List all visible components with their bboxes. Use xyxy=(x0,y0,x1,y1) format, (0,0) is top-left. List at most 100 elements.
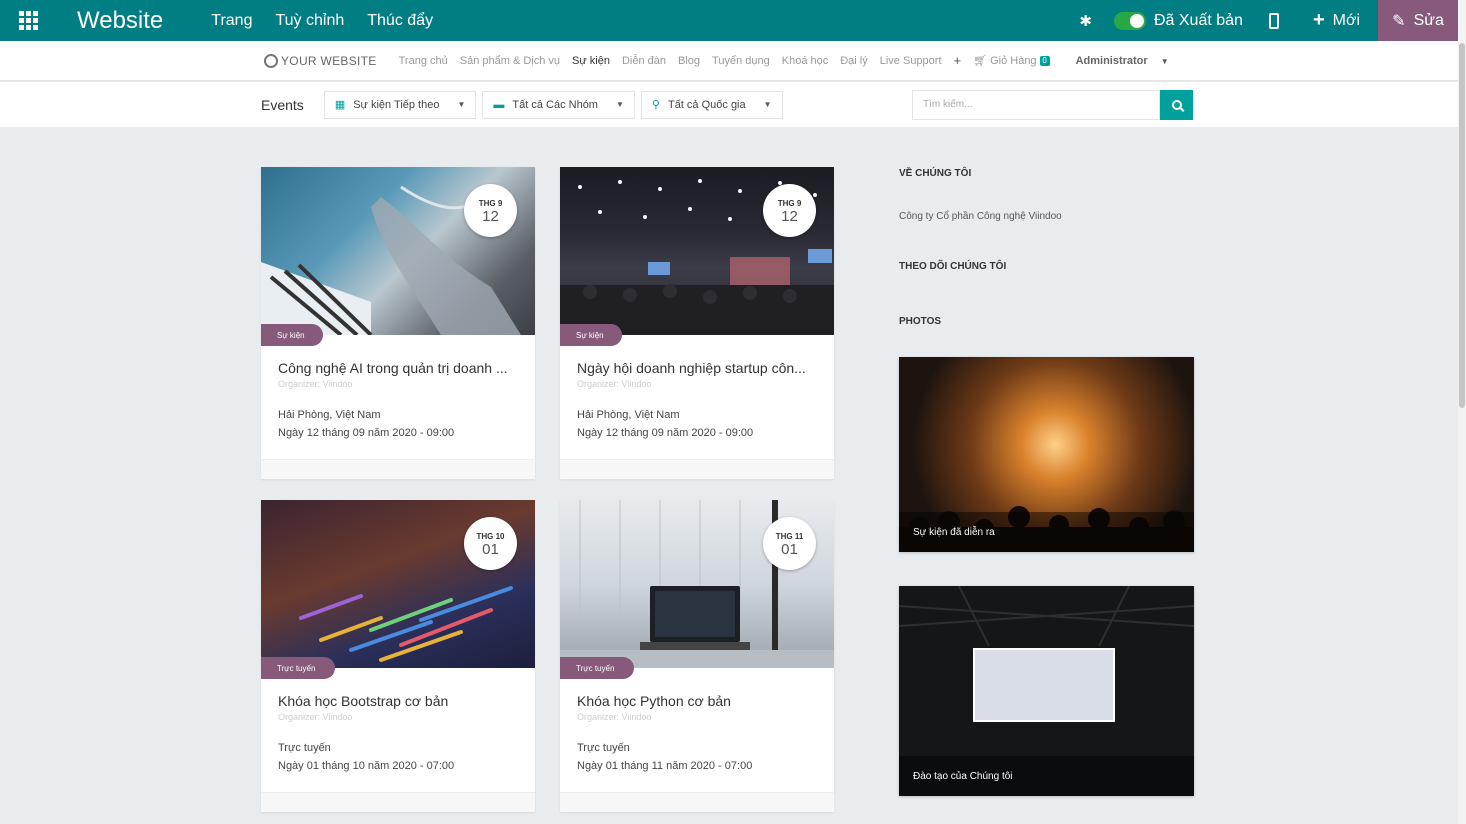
events-title: Events xyxy=(261,96,304,113)
nav-courses[interactable]: Khoá học xyxy=(782,55,828,67)
logo-text: YOUR WEBSITE xyxy=(281,53,377,68)
edit-label: Sửa xyxy=(1413,11,1444,29)
cart-label: Giỏ Hàng xyxy=(990,54,1037,67)
about-text: Công ty Cổ phần Công nghệ Viindoo xyxy=(899,211,1062,222)
publish-toggle[interactable]: Đã Xuất bản xyxy=(1113,11,1243,30)
cart-icon: 🛒︎ xyxy=(973,55,988,67)
nav-jobs[interactable]: Tuyển dụng xyxy=(712,55,770,67)
add-menu-icon[interactable]: + xyxy=(954,53,962,68)
event-title[interactable]: Khóa học Bootstrap cơ bản xyxy=(278,693,523,709)
new-button[interactable]: + Mới xyxy=(1313,9,1360,32)
countries-filter[interactable]: ⚲ Tất cả Quốc gia ▼ xyxy=(640,90,783,119)
nav-home[interactable]: Trang chủ xyxy=(399,55,448,67)
debug-bug-icon[interactable]: ✱ xyxy=(1079,12,1092,30)
nav-forum[interactable]: Diễn đàn xyxy=(622,55,666,67)
upcoming-label: Sự kiện Tiếp theo xyxy=(353,98,440,111)
apps-menu-icon[interactable] xyxy=(0,0,57,41)
events-filter-bar: Events ▦ Sự kiện Tiếp theo ▼ ▬ Tất cả Cá… xyxy=(0,82,1458,127)
event-organizer: Organizer: Viindoo xyxy=(278,379,353,389)
event-datetime: Ngày 12 tháng 09 năm 2020 - 09:00 xyxy=(278,427,455,439)
card-footer xyxy=(560,792,834,812)
search-button[interactable] xyxy=(1160,89,1193,120)
event-title[interactable]: Khóa học Python cơ bản xyxy=(577,693,822,709)
event-card[interactable]: THG 11 01 Trực tuyến Khóa học Python cơ … xyxy=(560,500,834,812)
search-icon xyxy=(1171,99,1182,110)
event-organizer: Organizer: Viindoo xyxy=(278,712,353,722)
event-date-badge: THG 9 12 xyxy=(464,184,517,237)
event-card[interactable]: THG 10 01 Trực tuyến Khóa học Bootstrap … xyxy=(261,500,535,812)
event-tag: Sự kiện xyxy=(560,324,622,346)
caret-down-icon: ▼ xyxy=(457,100,466,109)
event-organizer: Organizer: Viindoo xyxy=(577,712,652,722)
page-scrollbar[interactable] xyxy=(1458,0,1466,824)
event-date-badge: THG 10 01 xyxy=(464,517,517,570)
event-location: Hải Phòng, Việt Nam xyxy=(278,409,381,421)
site-menu: Trang chủ Sản phẩm & Dịch vụ Sự kiện Diễ… xyxy=(399,53,1169,68)
follow-heading: THEO DÕI CHÚNG TÔI xyxy=(899,261,1007,272)
event-title[interactable]: Ngày hội doanh nghiệp startup côn... xyxy=(577,360,822,376)
event-month: THG 11 xyxy=(775,532,804,541)
menu-pages[interactable]: Trang xyxy=(211,12,252,30)
event-location: Trực tuyến xyxy=(577,742,630,754)
user-name: Administrator xyxy=(1075,54,1148,67)
edit-button[interactable]: ✎ Sửa xyxy=(1378,0,1458,41)
nav-blog[interactable]: Blog xyxy=(678,55,700,67)
admin-topbar: Website Trang Tuỳ chỉnh Thúc đẩy ✱ Đã Xu… xyxy=(0,0,1458,41)
event-month: THG 9 xyxy=(777,199,802,208)
search-input[interactable]: Tìm kiếm... xyxy=(912,89,1160,120)
nav-products[interactable]: Sản phẩm & Dịch vụ xyxy=(460,55,560,67)
user-menu[interactable]: Administrator ▼ xyxy=(1076,55,1169,67)
globe-icon xyxy=(264,53,278,68)
event-title[interactable]: Công nghệ AI trong quản trị doanh ... xyxy=(278,360,523,376)
upcoming-filter[interactable]: ▦ Sự kiện Tiếp theo ▼ xyxy=(323,90,477,119)
folder-icon: ▬ xyxy=(493,98,505,111)
photo-concert[interactable]: Sự kiện đã diễn ra xyxy=(899,357,1194,552)
event-tag: Sự kiện xyxy=(261,324,323,346)
cart-link[interactable]: 🛒︎ Giỏ Hàng 0 xyxy=(973,54,1050,67)
countries-label: Tất cả Quốc gia xyxy=(667,98,746,111)
cart-count-badge: 0 xyxy=(1039,55,1050,66)
mobile-preview-icon[interactable] xyxy=(1268,12,1279,29)
event-date-badge: THG 9 12 xyxy=(763,184,816,237)
card-footer xyxy=(261,792,535,812)
app-title[interactable]: Website xyxy=(77,7,163,35)
menu-promote[interactable]: Thúc đẩy xyxy=(367,12,433,30)
card-footer xyxy=(261,459,535,479)
site-logo[interactable]: YOUR WEBSITE xyxy=(264,53,377,68)
event-day: 12 xyxy=(781,208,798,225)
new-label: Mới xyxy=(1332,11,1360,29)
site-navbar: YOUR WEBSITE Trang chủ Sản phẩm & Dịch v… xyxy=(0,41,1458,81)
event-location: Trực tuyến xyxy=(278,742,331,754)
caret-down-icon: ▼ xyxy=(1160,56,1169,66)
about-heading: VỀ CHÚNG TÔI xyxy=(899,168,972,179)
scrollbar-thumb[interactable] xyxy=(1459,43,1465,408)
plus-icon: + xyxy=(1312,9,1325,31)
groups-filter[interactable]: ▬ Tất cả Các Nhóm ▼ xyxy=(482,90,635,119)
nav-events[interactable]: Sự kiện xyxy=(572,55,610,67)
event-card[interactable]: THG 9 12 Sự kiện Ngày hội doanh nghiệp s… xyxy=(560,167,834,479)
top-menu: Trang Tuỳ chỉnh Thúc đẩy xyxy=(211,12,433,30)
event-month: THG 9 xyxy=(478,199,503,208)
event-month: THG 10 xyxy=(476,532,505,541)
menu-customize[interactable]: Tuỳ chỉnh xyxy=(275,12,344,30)
nav-live-support[interactable]: Live Support xyxy=(880,55,942,67)
calendar-icon: ▦ xyxy=(334,99,346,111)
event-day: 01 xyxy=(781,541,798,558)
event-date-badge: THG 11 01 xyxy=(763,517,816,570)
publish-label: Đã Xuất bản xyxy=(1153,11,1243,29)
presentation-screen xyxy=(973,648,1115,722)
event-location: Hải Phòng, Việt Nam xyxy=(577,409,680,421)
photos-heading: PHOTOS xyxy=(899,316,942,327)
event-day: 12 xyxy=(482,208,499,225)
toggle-switch[interactable] xyxy=(1113,11,1146,30)
photo-training[interactable]: Đào tạo của Chúng tôi xyxy=(899,586,1194,796)
card-footer xyxy=(560,459,834,479)
photo-caption: Sự kiện đã diễn ra xyxy=(899,512,1194,552)
event-organizer: Organizer: Viindoo xyxy=(577,379,652,389)
topbar-actions: ✱ Đã Xuất bản + Mới ✎ Sửa xyxy=(1079,0,1458,41)
caret-down-icon: ▼ xyxy=(615,100,624,109)
event-datetime: Ngày 01 tháng 11 năm 2020 - 07:00 xyxy=(577,760,753,772)
event-datetime: Ngày 01 tháng 10 năm 2020 - 07:00 xyxy=(278,760,455,772)
nav-resellers[interactable]: Đại lý xyxy=(840,55,868,67)
event-card[interactable]: THG 9 12 Sự kiện Công nghệ AI trong quản… xyxy=(261,167,535,479)
